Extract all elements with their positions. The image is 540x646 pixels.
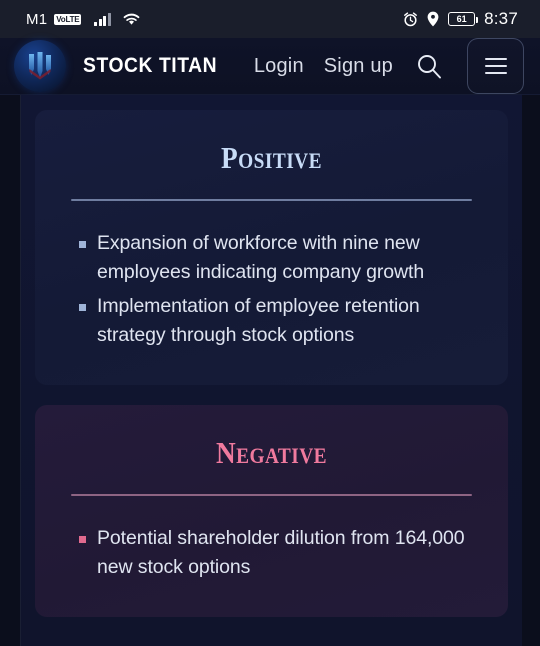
clock-label: 8:37 (484, 9, 518, 28)
signal-bars-icon (94, 12, 111, 26)
site-header: STOCK TITAN Login Sign up (0, 38, 540, 95)
battery-indicator: 61 (448, 12, 479, 26)
hamburger-menu-icon[interactable] (467, 38, 524, 94)
app-screen: M1 VoLTE 61 8:37 STOCK TITAN Login Sign … (0, 0, 540, 646)
negative-card: Negative Potential shareholder dilution … (35, 405, 508, 617)
volte-badge: VoLTE (54, 13, 82, 25)
status-bar-left: M1 VoLTE (26, 11, 141, 28)
status-bar: M1 VoLTE 61 8:37 (0, 0, 540, 38)
negative-card-title: Negative (215, 435, 328, 470)
page-body: Positive Expansion of workforce with nin… (0, 95, 540, 646)
list-item: Expansion of workforce with nine new emp… (71, 229, 472, 287)
search-icon[interactable] (415, 52, 443, 80)
negative-card-divider (71, 494, 472, 496)
signup-link[interactable]: Sign up (324, 55, 393, 78)
positive-bullet-list: Expansion of workforce with nine new emp… (71, 229, 472, 350)
list-item: Implementation of employee retention str… (71, 292, 472, 350)
battery-level-label: 61 (456, 13, 467, 24)
list-item: Potential shareholder dilution from 164,… (71, 524, 472, 582)
location-pin-icon (427, 11, 439, 27)
positive-card: Positive Expansion of workforce with nin… (35, 110, 508, 385)
positive-card-title: Positive (221, 140, 322, 175)
positive-card-divider (71, 199, 472, 201)
content-column: Positive Expansion of workforce with nin… (21, 95, 522, 646)
brand-title: STOCK TITAN (83, 54, 218, 77)
carrier-label: M1 (26, 10, 48, 28)
negative-bullet-list: Potential shareholder dilution from 164,… (71, 524, 472, 582)
header-nav: Login Sign up (254, 38, 540, 94)
alarm-clock-icon (403, 11, 418, 27)
stock-titan-logo-icon[interactable] (14, 40, 66, 92)
login-link[interactable]: Login (254, 55, 304, 78)
wifi-icon (122, 12, 141, 26)
status-bar-right: 61 8:37 (403, 9, 522, 29)
